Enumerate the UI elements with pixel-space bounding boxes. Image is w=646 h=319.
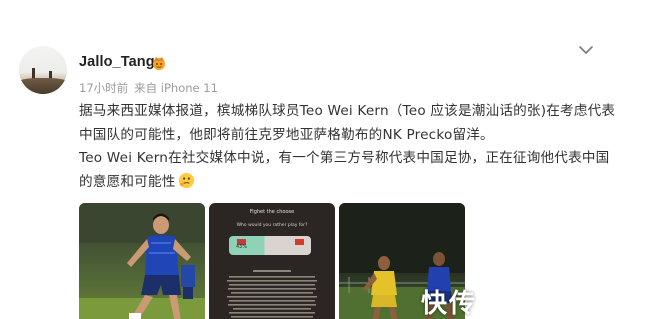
vip-crown-icon: [153, 57, 165, 70]
poll-title: Fighet the choose: [249, 209, 295, 215]
avatar-hill: [19, 78, 67, 94]
football-player-photo[interactable]: [79, 203, 205, 319]
username[interactable]: Jallo_Tang: [79, 54, 155, 70]
poll-percent: 43%: [236, 244, 248, 250]
text-lines: [227, 270, 317, 318]
post-source: 来自 iPhone 11: [134, 81, 218, 95]
poll-screenshot[interactable]: Fighet the choose Who would you rather p…: [209, 203, 335, 319]
poll-question: Who would you rather play for?: [236, 223, 308, 228]
watermark: 快传: [421, 289, 478, 319]
player-illustration: [79, 203, 205, 319]
poll-body-text: [223, 270, 321, 319]
flag-icon: [295, 239, 304, 245]
post-body: 据马来西亚媒体报道，槟城梯队球员Teo Wei Kern（Teo 应该是潮汕话的…: [79, 100, 619, 194]
avatar[interactable]: [19, 46, 67, 94]
post-paragraph-text: Teo Wei Kern在社交媒体中说，有一个第三方号称代表中国足协，正在征询他…: [79, 150, 610, 190]
post-meta: 17小时前 来自 iPhone 11: [79, 80, 224, 96]
thinking-emoji-icon: [178, 172, 194, 188]
post-timestamp: 17小时前: [79, 81, 129, 95]
post-paragraph: Teo Wei Kern在社交媒体中说，有一个第三方号称代表中国足协，正在征询他…: [79, 147, 619, 194]
post-paragraph: 据马来西亚媒体报道，槟城梯队球员Teo Wei Kern（Teo 应该是潮汕话的…: [79, 103, 616, 143]
chevron-down-icon[interactable]: [578, 44, 594, 56]
